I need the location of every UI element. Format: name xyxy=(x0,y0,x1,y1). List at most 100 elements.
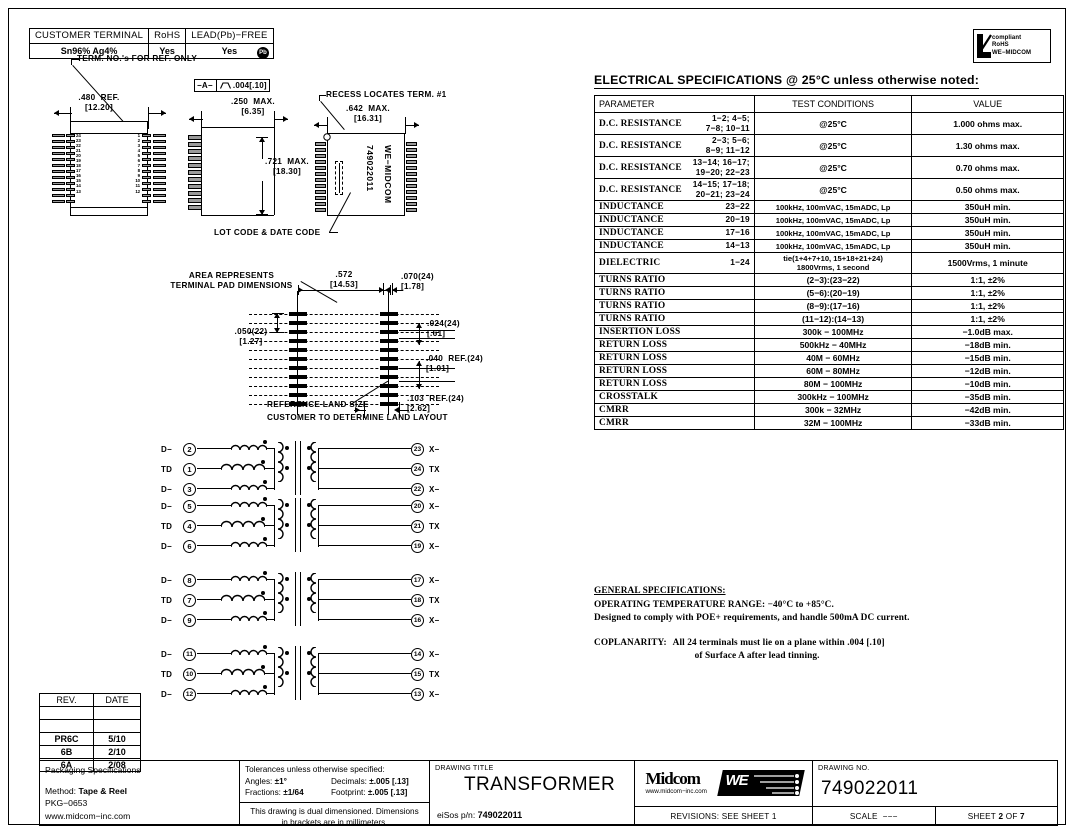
schematic-right-pin[interactable]: 24 xyxy=(411,463,424,476)
polarity-dot xyxy=(285,503,289,507)
polarity-dot xyxy=(261,460,265,464)
schematic-left-pin[interactable]: 1 xyxy=(183,463,196,476)
polarity-dot xyxy=(307,577,311,581)
schematic-left-pin[interactable]: 5 xyxy=(183,500,196,513)
schematic-right-signal: X− xyxy=(429,650,440,659)
schematic-wire xyxy=(319,448,411,450)
schematic-left-pin[interactable]: 11 xyxy=(183,648,196,661)
revision-row xyxy=(39,719,141,733)
checkmark-icon xyxy=(977,34,992,58)
espec-cell-test-condition: @25°C xyxy=(753,112,913,135)
espec-cell-value: −12dB min. xyxy=(911,364,1064,378)
schematic-right-pin[interactable]: 17 xyxy=(411,574,424,587)
winding-coil-icon xyxy=(231,575,267,582)
tolerance-decimals-value: ±.005 [.13] xyxy=(369,776,409,786)
schematic-secondary-bus xyxy=(318,448,320,490)
espec-row: INDUCTANCE 20−19 100kHz, 100mVAC, 15mADC, … xyxy=(594,213,1064,227)
schematic-right-pin[interactable]: 19 xyxy=(411,540,424,553)
datum-label: −A− xyxy=(197,81,213,90)
schematic-wire xyxy=(197,579,231,581)
espec-cell-parameter: D.C. RESISTANCE 2−3; 5−6; 8−9; 11−12 xyxy=(594,134,755,157)
espec-cell-test-condition: 40M − 60MHz xyxy=(753,351,913,365)
espec-parameter-name: CMRR xyxy=(599,405,629,415)
rohs-logo-text: compliant RoHS WE−MIDCOM xyxy=(992,35,1031,58)
schematic-wire xyxy=(197,673,221,675)
schematic-right-signal: X− xyxy=(429,576,440,585)
terminal-numbers-right: 1 2 3 4 5 6 7 8 9 10 11 12 xyxy=(135,133,140,194)
espec-cell-value: −18dB min. xyxy=(911,338,1064,352)
schematic-left-pin[interactable]: 8 xyxy=(183,574,196,587)
espec-cell-test-condition: @25°C xyxy=(753,156,913,179)
tolerance-footprint-value: ±.005 [.13] xyxy=(367,788,408,797)
polarity-dot xyxy=(307,651,311,655)
schematic-right-pin[interactable]: 18 xyxy=(411,594,424,607)
schematic-wire xyxy=(197,468,221,470)
schematic-left-pin[interactable]: 4 xyxy=(183,520,196,533)
winding-coil-icon xyxy=(221,463,265,471)
coplanarity-note: COPLANARITY: All 24 terminals must lie o… xyxy=(594,637,1064,664)
secondary-winding-icon xyxy=(310,519,317,539)
schematic-left-pin[interactable]: 6 xyxy=(183,540,196,553)
sheet-number: 2 xyxy=(998,811,1004,821)
winding-coil-icon xyxy=(231,541,267,548)
we-wordmark: WE xyxy=(725,771,749,789)
espec-cell-parameter: RETURN LOSS xyxy=(594,351,755,365)
dim-pad-height: .024(24) [.61] xyxy=(427,319,460,338)
espec-parameter-name: INSERTION LOSS xyxy=(599,327,681,337)
espec-parameter-name: RETURN LOSS xyxy=(599,379,668,389)
espec-cell-parameter: INSERTION LOSS xyxy=(594,325,755,339)
espec-header-test-conditions: TEST CONDITIONS xyxy=(753,95,913,113)
espec-cell-value: 0.70 ohms max. xyxy=(911,156,1064,179)
packaging-pkg-code: PKG−0653 xyxy=(45,798,88,808)
polarity-dot xyxy=(263,571,267,575)
schematic-right-pin[interactable]: 14 xyxy=(411,648,424,661)
espec-row: DIELECTRIC 1−24 tie(1+4+7+10, 15+18+21+24)… xyxy=(594,252,1064,274)
espec-cell-value: 350uH min. xyxy=(911,213,1064,227)
espec-cell-test-condition: (5−6):(20−19) xyxy=(753,286,913,300)
schematic-left-pin[interactable]: 7 xyxy=(183,594,196,607)
tolerance-heading: Tolerances unless otherwise specified: xyxy=(245,765,385,774)
schematic-wire xyxy=(319,693,411,695)
schematic-left-signal: TD xyxy=(161,670,173,679)
espec-cell-value: 1:1, ±2% xyxy=(911,312,1064,326)
schematic-right-pin[interactable]: 15 xyxy=(411,668,424,681)
schematic-wire xyxy=(197,448,231,450)
espec-parameter-name: TURNS RATIO xyxy=(599,301,666,311)
dim-depth-max: .721 MAX. [18.30] xyxy=(265,157,309,176)
schematic-right-pin[interactable]: 23 xyxy=(411,443,424,456)
schematic-right-pin[interactable]: 20 xyxy=(411,500,424,513)
schematic-wire xyxy=(197,525,221,527)
schematic-right-pin[interactable]: 22 xyxy=(411,483,424,496)
schematic-right-signal: TX xyxy=(429,465,440,474)
schematic-wire xyxy=(197,545,231,547)
schematic-right-pin[interactable]: 16 xyxy=(411,614,424,627)
espec-cell-parameter: D.C. RESISTANCE 1−2; 4−5; 7−8; 10−11 xyxy=(594,112,755,135)
schematic-right-pin[interactable]: 21 xyxy=(411,520,424,533)
packaging-website[interactable]: www.midcom−inc.com xyxy=(45,810,234,823)
compliance-header-rohs: RoHS xyxy=(148,28,187,44)
schematic-right-pin[interactable]: 13 xyxy=(411,688,424,701)
schematic-left-pin[interactable]: 3 xyxy=(183,483,196,496)
polarity-dot xyxy=(307,597,311,601)
secondary-winding-icon xyxy=(277,573,284,593)
espec-cell-parameter: CROSSTALK xyxy=(594,390,755,404)
schematic-wire xyxy=(265,525,274,527)
espec-cell-test-condition: 100kHz, 100mVAC, 15mADC, Lp xyxy=(753,226,913,240)
midcom-logo-website: www.midcom−inc.com xyxy=(645,787,707,795)
schematic-left-pin[interactable]: 2 xyxy=(183,443,196,456)
schematic-left-pin[interactable]: 10 xyxy=(183,668,196,681)
sheet-label: SHEET xyxy=(967,811,997,821)
polarity-dot xyxy=(285,651,289,655)
packaging-title: Packaging Specifications xyxy=(45,765,141,775)
polarity-dot xyxy=(263,440,267,444)
schematic-primary-bus xyxy=(274,448,276,490)
schematic-right-signal: TX xyxy=(429,670,440,679)
schematic-left-pin[interactable]: 12 xyxy=(183,688,196,701)
espec-cell-value: 1:1, ±2% xyxy=(911,299,1064,313)
drawing-title-cell: DRAWING TITLE TRANSFORMER eiSos p/n: 749… xyxy=(430,761,635,825)
schematic-left-pin[interactable]: 9 xyxy=(183,614,196,627)
drawing-title-value: TRANSFORMER xyxy=(464,774,616,795)
espec-parameter-name: RETURN LOSS xyxy=(599,340,668,350)
transformer-core xyxy=(295,572,297,626)
electrical-specifications-table: PARAMETER TEST CONDITIONS VALUE D.C. RES… xyxy=(594,95,1064,430)
